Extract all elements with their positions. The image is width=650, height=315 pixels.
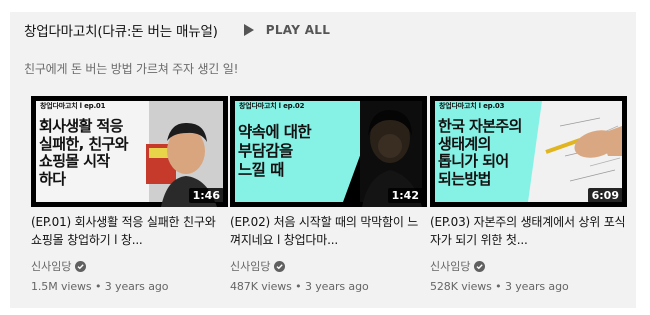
- video-thumbnail[interactable]: 창업다마고치 l ep.02 약속에 대한 부담감을 느낄 때 1:42: [230, 96, 427, 207]
- thumbnail-headline: 약속에 대한 부담감을 느낄 때: [238, 123, 312, 179]
- video-meta: 1.5M views • 3 years ago: [31, 280, 169, 293]
- video-meta: 487K views • 3 years ago: [230, 280, 369, 293]
- shelf-header: 창업다마고치(다큐:돈 버는 매뉴얼) PLAY ALL: [24, 20, 330, 40]
- video-title[interactable]: (EP.01) 회사생활 적응 실패한 친구와 쇼핑몰 창업하기 l 창...: [31, 213, 228, 249]
- upload-age: 3 years ago: [504, 280, 569, 293]
- video-duration: 1:42: [387, 188, 423, 203]
- upload-age: 3 years ago: [304, 280, 369, 293]
- verified-badge-icon: [474, 260, 486, 272]
- thumbnail-headline: 회사생활 적응 실패한, 친구와 쇼핑몰 시작 하다: [39, 117, 129, 188]
- video-thumbnail[interactable]: 창업다마고치 l ep.01 회사생활 적응 실패한, 친구와 쇼핑몰 시작 하…: [31, 96, 228, 207]
- video-meta: 528K views • 3 years ago: [430, 280, 569, 293]
- video-card-1[interactable]: 창업다마고치 l ep.01 회사생활 적응 실패한, 친구와 쇼핑몰 시작 하…: [31, 96, 228, 293]
- view-count: 1.5M views: [31, 280, 92, 293]
- thumbnail-episode-tag: 창업다마고치 l ep.01: [40, 102, 106, 110]
- video-title[interactable]: (EP.02) 처음 시작할 때의 막막함이 느껴지네요 l 창업다마...: [230, 213, 427, 249]
- channel-name-label: 신사임당: [230, 260, 271, 273]
- thumbnail-headline: 한국 자본주의 생태계의 톱니가 되어 되는방법: [438, 117, 522, 188]
- channel-name-label: 신사임당: [430, 260, 471, 273]
- channel-name-label: 신사임당: [31, 260, 72, 273]
- video-card-2[interactable]: 창업다마고치 l ep.02 약속에 대한 부담감을 느낄 때 1:42 (EP…: [230, 96, 427, 293]
- play-all-label: PLAY ALL: [265, 23, 331, 37]
- video-title[interactable]: (EP.03) 자본주의 생태계에서 상위 포식자가 되기 위한 첫...: [430, 213, 627, 249]
- thumbnail-episode-tag: 창업다마고치 l ep.03: [439, 102, 505, 110]
- upload-age: 3 years ago: [104, 280, 169, 293]
- video-thumbnail[interactable]: 창업다마고치 l ep.03 한국 자본주의 생태계의 톱니가 되어 되는방법 …: [430, 96, 627, 207]
- video-duration: 6:09: [587, 188, 623, 203]
- play-icon: [243, 24, 254, 36]
- playlist-title[interactable]: 창업다마고치(다큐:돈 버는 매뉴얼): [24, 20, 218, 40]
- view-count: 487K views: [230, 280, 292, 293]
- channel-name[interactable]: 신사임당: [430, 258, 627, 274]
- verified-badge-icon: [274, 260, 286, 272]
- play-all-button[interactable]: PLAY ALL: [243, 23, 331, 37]
- video-card-3[interactable]: 창업다마고치 l ep.03 한국 자본주의 생태계의 톱니가 되어 되는방법 …: [430, 96, 627, 293]
- video-duration: 1:46: [188, 188, 224, 203]
- channel-name[interactable]: 신사임당: [31, 258, 228, 274]
- verified-badge-icon: [75, 260, 87, 272]
- view-count: 528K views: [430, 280, 492, 293]
- playlist-description: 친구에게 돈 버는 방법 가르쳐 주자 생긴 일!: [24, 62, 239, 76]
- channel-name[interactable]: 신사임당: [230, 258, 427, 274]
- thumbnail-episode-tag: 창업다마고치 l ep.02: [239, 102, 305, 110]
